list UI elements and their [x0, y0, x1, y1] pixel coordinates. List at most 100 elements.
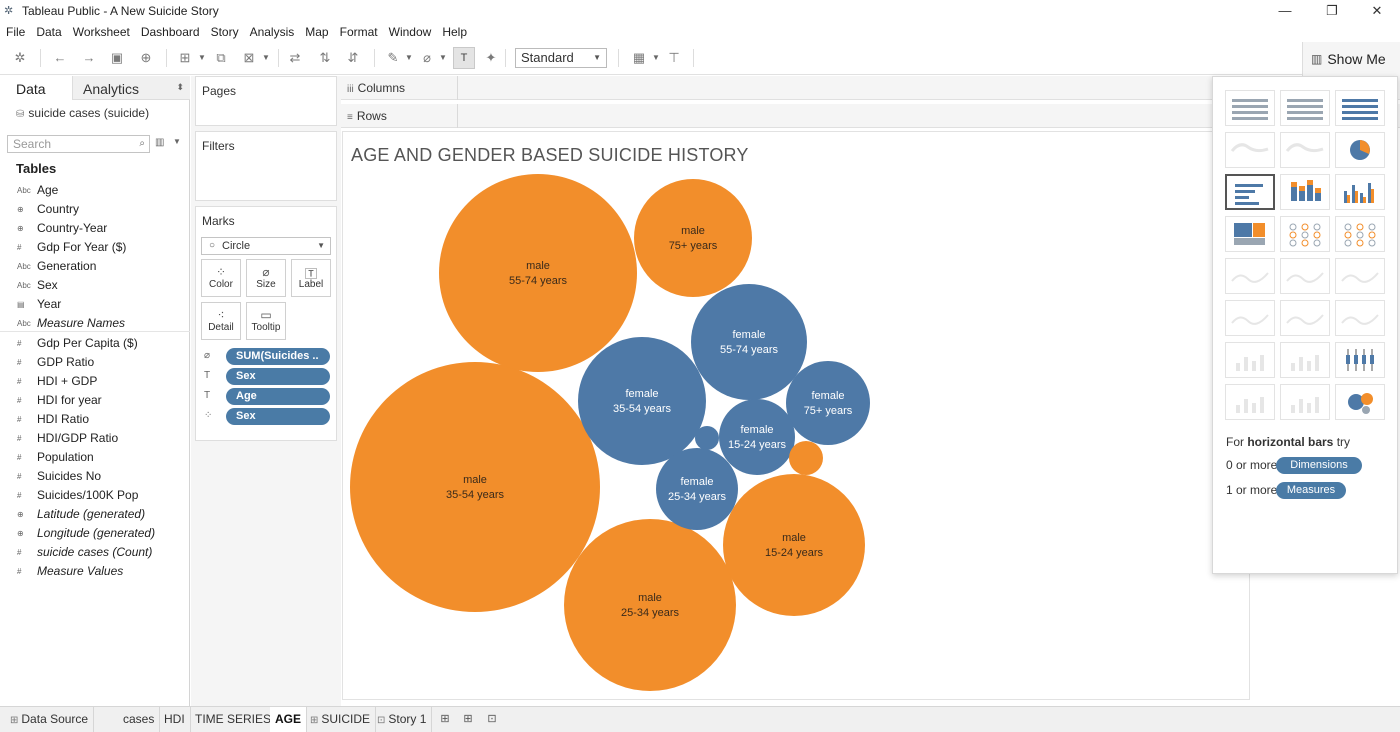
mark-pill[interactable]: Age	[226, 388, 330, 405]
treemap-icon[interactable]	[1225, 216, 1275, 252]
sheet-tab-story-1[interactable]: ⊡ Story 1	[372, 707, 433, 732]
sort-descending-icon[interactable]: ⇵	[344, 49, 362, 67]
field-item[interactable]: ⊕ Longitude (generated)	[0, 524, 190, 543]
bubble-female-35-54-years[interactable]	[578, 337, 706, 465]
new-dashboard-icon[interactable]: ⊞	[460, 712, 476, 725]
swap-rows-columns-icon[interactable]: ⇄	[286, 49, 304, 67]
sort-ascending-icon[interactable]: ⇅	[316, 49, 334, 67]
show-cards-icon[interactable]: ▦	[630, 49, 648, 67]
fit-select[interactable]: Standard ▼	[515, 48, 607, 68]
filled-map-icon[interactable]	[1280, 132, 1330, 168]
gantt-chart-icon[interactable]	[1225, 384, 1275, 420]
histogram-icon[interactable]	[1280, 342, 1330, 378]
box-whisker-icon[interactable]	[1335, 342, 1385, 378]
field-item[interactable]: # Population	[0, 448, 190, 467]
bubble-male-5-14-years[interactable]	[789, 441, 823, 475]
clear-sheet-icon[interactable]: ⊠	[240, 49, 258, 67]
bubble-male-15-24-years[interactable]	[723, 474, 865, 616]
save-icon[interactable]: ▣	[108, 49, 126, 67]
menu-help[interactable]: Help	[442, 25, 467, 39]
field-item[interactable]: # HDI for year	[0, 391, 190, 410]
bubble-female-15-24-years[interactable]	[719, 399, 795, 475]
pages-card[interactable]: Pages	[195, 76, 337, 126]
dual-combination-icon[interactable]	[1335, 300, 1385, 336]
dual-lines-icon[interactable]	[1335, 258, 1385, 294]
area-continuous-icon[interactable]	[1225, 300, 1275, 336]
field-item[interactable]: Abc Sex	[0, 276, 190, 295]
tooltip-button[interactable]: ▭ Tooltip	[246, 302, 286, 340]
field-item[interactable]: ▤ Year	[0, 295, 190, 314]
sheet-tab-cases[interactable]: cases	[118, 707, 161, 732]
side-by-side-circles-icon[interactable]	[1335, 216, 1385, 252]
field-item[interactable]: Abc Generation	[0, 257, 190, 276]
tab-analytics[interactable]: Analytics ⬍	[72, 76, 190, 100]
field-item[interactable]: # Suicides/100K Pop	[0, 486, 190, 505]
field-item[interactable]: # HDI Ratio	[0, 410, 190, 429]
field-item[interactable]: ⊕ Country	[0, 200, 190, 219]
bubble-female-5-14-years[interactable]	[695, 426, 719, 450]
maximize-button[interactable]: ❐	[1309, 0, 1355, 22]
area-discrete-icon[interactable]	[1280, 300, 1330, 336]
duplicate-sheet-icon[interactable]: ⧉	[212, 49, 230, 67]
field-item[interactable]: # HDI + GDP	[0, 372, 190, 391]
packed-bubbles-icon[interactable]	[1335, 384, 1385, 420]
new-worksheet-icon[interactable]: ⊞	[437, 712, 453, 725]
menu-file[interactable]: File	[6, 25, 25, 39]
bubble-chart[interactable]: male 35-54 years male 55-74 years male 25-34 …	[343, 132, 1249, 699]
bubble-female-75+-years[interactable]	[786, 361, 870, 445]
field-item[interactable]: # HDI/GDP Ratio	[0, 429, 190, 448]
chevron-down-icon[interactable]: ▼	[198, 49, 206, 67]
symbol-map-icon[interactable]	[1225, 132, 1275, 168]
field-item[interactable]: # Suicides No	[0, 467, 190, 486]
show-me-button[interactable]: ▥ Show Me	[1302, 42, 1400, 76]
heat-map-icon[interactable]	[1280, 90, 1330, 126]
new-story-icon[interactable]: ⊡	[484, 712, 500, 725]
menu-worksheet[interactable]: Worksheet	[73, 25, 130, 39]
bubble-female-55-74-years[interactable]	[691, 284, 807, 400]
field-item[interactable]: ⊕ Latitude (generated)	[0, 505, 190, 524]
size-button[interactable]: ⌀ Size	[246, 259, 286, 297]
sheet-tab-time-series[interactable]: TIME SERIES	[190, 707, 278, 732]
scatter-plot-icon[interactable]	[1225, 342, 1275, 378]
detail-button[interactable]: ⁖ Detail	[201, 302, 241, 340]
close-button[interactable]: ✕	[1354, 0, 1400, 22]
sheet-tab-age[interactable]: AGE	[270, 707, 308, 732]
new-worksheet-icon[interactable]: ⊞	[176, 49, 194, 67]
text-table-icon[interactable]	[1225, 90, 1275, 126]
undo-icon[interactable]: ←	[51, 49, 69, 67]
field-item[interactable]: # suicide cases (Count)	[0, 543, 190, 562]
chevron-down-icon[interactable]: ▼	[439, 49, 447, 67]
menu-format[interactable]: Format	[340, 25, 378, 39]
redo-icon[interactable]: →	[80, 49, 98, 67]
chevron-down-icon[interactable]: ▼	[173, 137, 181, 146]
stacked-bars-icon[interactable]	[1280, 174, 1330, 210]
field-item[interactable]: # Gdp For Year ($)	[0, 238, 190, 257]
show-mark-labels-button[interactable]: T	[453, 47, 475, 69]
chevron-down-icon[interactable]: ▼	[405, 49, 413, 67]
mark-type-select[interactable]: ○ Circle ▼	[201, 237, 331, 255]
datasource-item[interactable]: ⛁ suicide cases (suicide)	[16, 106, 149, 120]
continuous-lines-icon[interactable]	[1225, 258, 1275, 294]
sheet-tab-data-source[interactable]: ⊞ Data Source	[5, 707, 95, 732]
menu-data[interactable]: Data	[36, 25, 61, 39]
add-datasource-icon[interactable]: ⊕	[137, 49, 155, 67]
menu-map[interactable]: Map	[305, 25, 328, 39]
discrete-lines-icon[interactable]	[1280, 258, 1330, 294]
field-item[interactable]: # Gdp Per Capita ($)	[0, 334, 190, 353]
bubble-male-55-74-years[interactable]	[439, 174, 637, 372]
circle-view-icon[interactable]	[1280, 216, 1330, 252]
pie-chart-icon[interactable]	[1335, 132, 1385, 168]
bubble-female-25-34-years[interactable]	[656, 448, 738, 530]
chevron-updown-icon[interactable]: ⬍	[176, 82, 184, 93]
label-button[interactable]: 🅃 Label	[291, 259, 331, 297]
field-item[interactable]: Abc Age	[0, 181, 190, 200]
filters-card[interactable]: Filters	[195, 131, 337, 201]
group-members-icon[interactable]: ⌀	[418, 49, 436, 67]
menu-analysis[interactable]: Analysis	[250, 25, 295, 39]
horizontal-bars-icon[interactable]	[1225, 174, 1275, 210]
chevron-down-icon[interactable]: ▼	[262, 49, 270, 67]
chevron-down-icon[interactable]: ▼	[652, 49, 660, 67]
field-item[interactable]: ⊕ Country-Year	[0, 219, 190, 238]
color-button[interactable]: ⁘ Color	[201, 259, 241, 297]
tab-data[interactable]: Data	[0, 76, 72, 100]
